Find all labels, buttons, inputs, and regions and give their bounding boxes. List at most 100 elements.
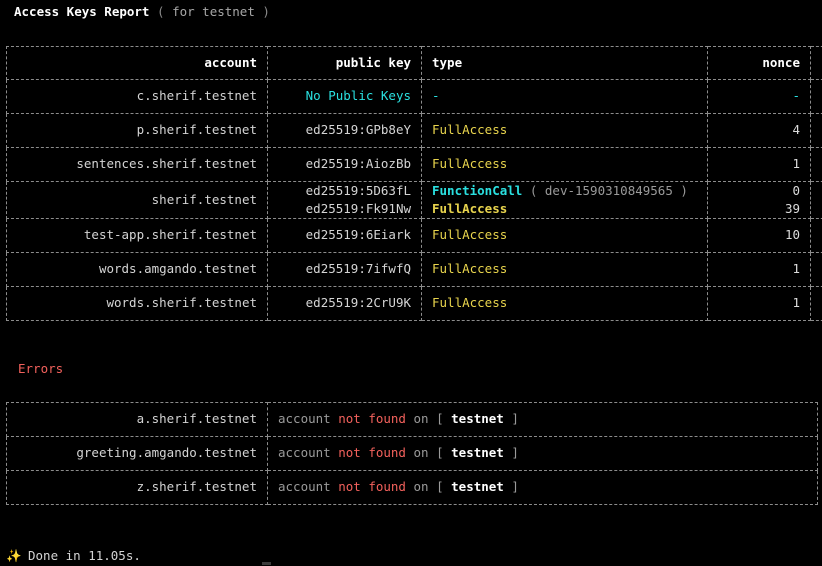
table-row: words.amgando.testnet ed25519:7ifwfQ Ful… — [6, 252, 822, 287]
sp — [444, 411, 452, 426]
cell-type: FullAccess — [421, 147, 708, 182]
table-row: c.sherif.testnet No Public Keys - - - — [6, 79, 822, 114]
cell-type: FullAccess — [421, 218, 708, 253]
keys-table-head: account public key type nonce status — [6, 46, 822, 80]
terminal-cursor — [262, 562, 271, 565]
access-keys-table: account public key type nonce status c.s… — [6, 46, 822, 321]
header-public-key: public key — [267, 46, 422, 80]
table-row: a.sherif.testnet account not found on [ … — [6, 402, 818, 437]
error-msg-error: not found — [338, 445, 406, 461]
cell-error-account: a.sherif.testnet — [6, 402, 268, 437]
cell-status: Local — [810, 252, 822, 287]
footer-done-text: Done in 11.05s. — [28, 548, 141, 563]
type-line-1: FunctionCall — [432, 183, 523, 198]
public-key-line-2: ed25519:Fk91Nw — [305, 201, 411, 216]
errors-heading: Errors — [18, 361, 64, 376]
sp — [429, 479, 437, 494]
error-msg-on: on — [413, 411, 429, 427]
cell-account: test-app.sherif.testnet — [6, 218, 268, 253]
table-row: z.sherif.testnet account not found on [ … — [6, 470, 818, 505]
report-title-main: Access Keys Report — [14, 4, 150, 19]
error-msg-open: [ — [436, 411, 444, 427]
cell-type: - — [421, 79, 708, 114]
cell-account: c.sherif.testnet — [6, 79, 268, 114]
table-row: greeting.amgando.testnet account not fou… — [6, 436, 818, 471]
header-account: account — [6, 46, 268, 80]
report-title-open-paren — [149, 4, 157, 19]
cell-status: Local — [810, 113, 822, 148]
error-msg-network: testnet — [451, 411, 504, 427]
errors-table: a.sherif.testnet account not found on [ … — [6, 402, 818, 505]
type-detail-value: dev-1590310849565 — [544, 183, 673, 198]
type-line-2: FullAccess — [432, 201, 508, 216]
cell-public-key: ed25519:6Eiark — [267, 218, 422, 253]
cell-public-key: ed25519:7ifwfQ — [267, 252, 422, 287]
keys-table-header-row: account public key type nonce status — [6, 46, 822, 80]
error-msg-error: not found — [338, 479, 406, 495]
cell-nonce: - — [707, 79, 811, 114]
error-msg-prefix: account — [278, 445, 331, 461]
sp — [429, 411, 437, 426]
cell-public-key: No Public Keys — [267, 79, 422, 114]
footer-status-line: ✨ Done in 11.05s. — [6, 548, 141, 563]
table-row: sentences.sherif.testnet ed25519:AiozBb … — [6, 147, 822, 182]
cell-public-key: ed25519:AiozBb — [267, 147, 422, 182]
error-msg-prefix: account — [278, 411, 331, 427]
table-row: p.sherif.testnet ed25519:GPb8eY FullAcce… — [6, 113, 822, 148]
error-msg-error: not found — [338, 411, 406, 427]
cell-account: words.sherif.testnet — [6, 286, 268, 321]
cell-nonce: 1 — [707, 147, 811, 182]
nonce-line-1: 0 — [792, 183, 800, 198]
cell-status: Not FoundLocal — [810, 181, 822, 219]
table-row: test-app.sherif.testnet ed25519:6Eiark F… — [6, 218, 822, 253]
cell-nonce: 10 — [707, 218, 811, 253]
title-network: testnet — [202, 4, 255, 19]
error-msg-close: ] — [511, 445, 519, 461]
nonce-line-2: 39 — [784, 201, 800, 216]
cell-status: Local — [810, 286, 822, 321]
keys-table-body: c.sherif.testnet No Public Keys - - - p.… — [6, 79, 822, 321]
cell-error-account: z.sherif.testnet — [6, 470, 268, 505]
cell-nonce: 0 39 — [707, 181, 811, 219]
title-close-paren: ) — [262, 4, 270, 19]
error-msg-close: ] — [511, 479, 519, 495]
cell-public-key: ed25519:2CrU9K — [267, 286, 422, 321]
header-type: type — [421, 46, 708, 80]
error-msg-close: ] — [511, 411, 519, 427]
public-key-line-1: ed25519:5D63fL — [305, 183, 411, 198]
cell-error-message: account not found on [ testnet ] — [267, 436, 818, 471]
cell-type: FunctionCall ( dev-1590310849565 ) FullAc… — [421, 181, 708, 219]
cell-nonce: 1 — [707, 252, 811, 287]
sp — [429, 445, 437, 460]
sparkles-icon: ✨ — [6, 548, 22, 563]
sp — [444, 479, 452, 494]
cell-account: sherif.testnet — [6, 181, 268, 219]
cell-type: FullAccess — [421, 113, 708, 148]
error-msg-on: on — [413, 445, 429, 461]
error-msg-network: testnet — [451, 445, 504, 461]
error-msg-open: [ — [436, 479, 444, 495]
cell-error-account: greeting.amgando.testnet — [6, 436, 268, 471]
title-open-paren: ( — [157, 4, 165, 19]
cell-nonce: 4 — [707, 113, 811, 148]
title-for-word — [165, 4, 173, 19]
table-row: sherif.testnet ed25519:5D63fL ed25519:Fk9… — [6, 181, 822, 219]
error-msg-on: on — [413, 479, 429, 495]
cell-public-key: ed25519:GPb8eY — [267, 113, 422, 148]
cell-error-message: account not found on [ testnet ] — [267, 402, 818, 437]
cell-status: - — [810, 79, 822, 114]
cell-error-message: account not found on [ testnet ] — [267, 470, 818, 505]
cell-public-key: ed25519:5D63fL ed25519:Fk91Nw — [267, 181, 422, 219]
cell-account: words.amgando.testnet — [6, 252, 268, 287]
cell-account: sentences.sherif.testnet — [6, 147, 268, 182]
cell-nonce: 1 — [707, 286, 811, 321]
cell-type: FullAccess — [421, 252, 708, 287]
cell-account: p.sherif.testnet — [6, 113, 268, 148]
cell-status: Local — [810, 147, 822, 182]
errors-table-body: a.sherif.testnet account not found on [ … — [6, 402, 818, 505]
cell-type: FullAccess — [421, 286, 708, 321]
table-row: words.sherif.testnet ed25519:2CrU9K Full… — [6, 286, 822, 321]
cell-status: Local — [810, 218, 822, 253]
report-title: Access Keys Report ( for testnet ) — [14, 4, 270, 19]
sp — [444, 445, 452, 460]
